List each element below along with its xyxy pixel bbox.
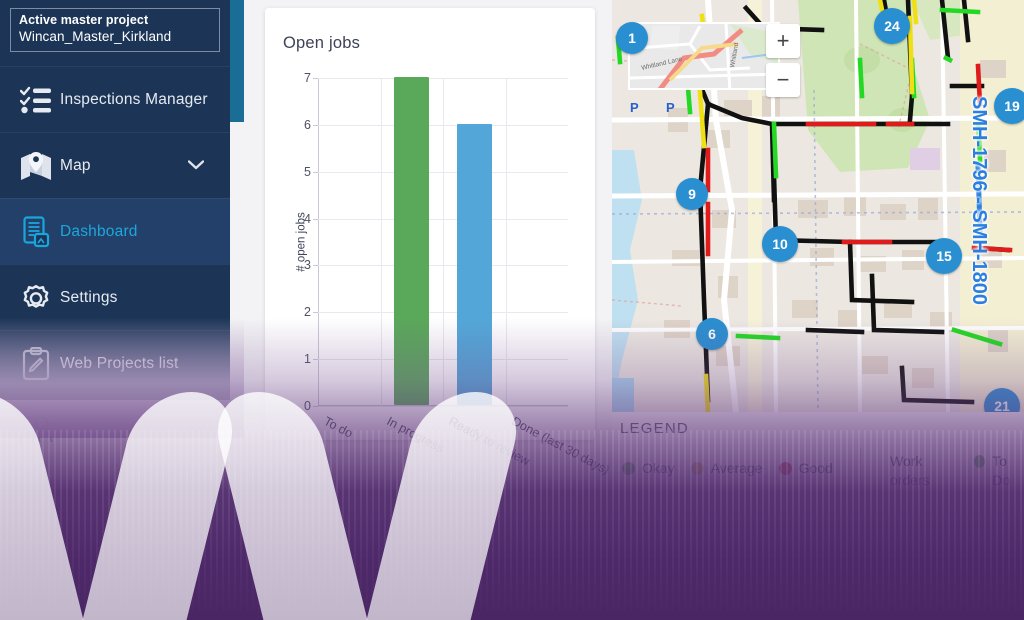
sidebar-item-management[interactable]: Management: [0, 396, 230, 462]
chart-bar[interactable]: [394, 77, 430, 405]
legend-divider: [860, 448, 861, 496]
chart-vertical-gridline: [380, 78, 382, 406]
map-cluster-marker[interactable]: 24: [874, 8, 910, 44]
y-axis-tick: 1: [304, 352, 311, 367]
y-axis-tick: 5: [304, 164, 311, 179]
chevron-down-icon[interactable]: [187, 421, 205, 439]
active-master-project-label: Active master project: [19, 13, 149, 27]
chart-gridline: [318, 406, 568, 407]
y-axis-tick: 2: [304, 305, 311, 320]
legend-entry: Okay: [622, 460, 675, 476]
svg-text:P: P: [666, 100, 675, 115]
sidebar-item-label: Map: [60, 156, 91, 174]
active-master-project-box[interactable]: Active master project Wincan_Master_Kirk…: [10, 8, 220, 52]
open-jobs-card: Open jobs # open jobs 0 1 2 3 4 5 6 7 To do In pr…: [265, 8, 611, 477]
legend-entry-label: Good: [798, 460, 833, 476]
sidebar-item-dashboard[interactable]: Dashboard: [0, 198, 230, 264]
map-overview-inset[interactable]: Whitland Lane Whitland: [628, 22, 780, 90]
sidebar-item-settings[interactable]: Settings: [0, 264, 230, 330]
gear-icon: [12, 281, 60, 315]
status-dot: [778, 461, 792, 475]
chart-vertical-gridline: [505, 78, 507, 406]
legend-condition-entries: Okay Average Good: [622, 460, 833, 476]
y-axis-tickmark: [313, 359, 318, 361]
legend-entry: Good: [778, 460, 833, 476]
sidebar-accent-strip: [230, 0, 244, 122]
screen: Active master project Wincan_Master_Kirk…: [0, 0, 1024, 620]
sidebar: Active master project Wincan_Master_Kirk…: [0, 0, 244, 442]
y-axis-tick: 7: [304, 71, 311, 85]
y-axis-tickmark: [313, 312, 318, 314]
map-pin-icon: [12, 151, 60, 181]
sidebar-item-label: Dashboard: [60, 222, 138, 240]
legend-entry-label: Okay: [642, 460, 675, 476]
open-jobs-bar-chart: # open jobs 0 1 2 3 4 5 6 7 To do In progress Read…: [296, 71, 611, 477]
documents-icon: [12, 215, 60, 249]
y-axis-tickmark: [313, 265, 318, 267]
sidebar-nav: Inspections Manager Map Dashboard Settin…: [0, 66, 230, 462]
sidebar-item-label: Inspections Manager: [60, 90, 208, 108]
y-axis-tickmark: [313, 78, 318, 79]
y-axis-tick: 3: [304, 258, 311, 273]
map-cluster-marker[interactable]: 6: [696, 318, 728, 350]
status-dot: [622, 461, 635, 475]
sidebar-item-label: Settings: [60, 288, 118, 306]
map-cluster-marker[interactable]: 9: [676, 178, 708, 210]
sidebar-item-label: Management: [60, 420, 153, 438]
chevron-down-icon[interactable]: [187, 157, 205, 175]
legend-entry-label: Average: [710, 460, 763, 476]
pipe-segment-label: SMH-1796 - SMH-1800: [968, 96, 990, 305]
sidebar-item-label: Web Projects list: [60, 354, 179, 372]
y-axis-tickmark: [313, 218, 318, 220]
card-title: Open jobs: [283, 34, 361, 52]
y-axis-tickmark: [313, 406, 318, 407]
svg-text:P: P: [630, 100, 639, 115]
clipboard-pencil-icon: [12, 346, 60, 381]
map-cluster-marker[interactable]: 1: [616, 22, 648, 54]
map-cluster-marker[interactable]: 10: [762, 226, 798, 262]
status-dot: [690, 461, 704, 475]
legend-work-orders-entry: To Do: [974, 452, 1024, 490]
zoom-out-button[interactable]: −: [766, 63, 800, 97]
legend-title: LEGEND: [620, 420, 689, 437]
sidebar-item-web-projects-list[interactable]: Web Projects list: [0, 330, 230, 396]
x-axis-tick: To do: [321, 414, 356, 441]
y-axis-tick: 6: [304, 117, 311, 132]
y-axis: [318, 78, 319, 406]
y-axis-tickmark: [313, 171, 318, 173]
sidebar-item-inspections-manager[interactable]: Inspections Manager: [0, 66, 230, 132]
legend-work-orders-title: Work orders: [890, 453, 930, 488]
y-axis-tick: 4: [304, 211, 311, 226]
map-zoom-controls[interactable]: + −: [766, 24, 800, 102]
map-legend: LEGEND Okay Average Good Work orders To Do: [612, 412, 1024, 502]
map-cluster-marker[interactable]: 15: [926, 238, 962, 274]
y-axis-tick: 0: [304, 399, 311, 413]
checklist-icon: [12, 86, 60, 114]
legend-entry: Average: [690, 460, 763, 476]
app-background: Active master project Wincan_Master_Kirk…: [0, 0, 1024, 620]
sidebar-item-map[interactable]: Map: [0, 132, 230, 198]
status-dot: [974, 455, 986, 468]
x-axis-tick: In progress: [383, 414, 446, 456]
active-master-project-value: Wincan_Master_Kirkland: [19, 29, 172, 44]
people-icon: [12, 415, 60, 445]
zoom-in-button[interactable]: +: [766, 24, 800, 58]
map-panel[interactable]: PPP: [612, 0, 1024, 412]
map-cluster-marker[interactable]: 19: [994, 88, 1024, 124]
chart-vertical-gridline: [443, 78, 444, 406]
y-axis-tickmark: [313, 124, 318, 126]
legend-entry-label: To Do: [992, 453, 1011, 488]
chart-bar[interactable]: [456, 123, 492, 405]
